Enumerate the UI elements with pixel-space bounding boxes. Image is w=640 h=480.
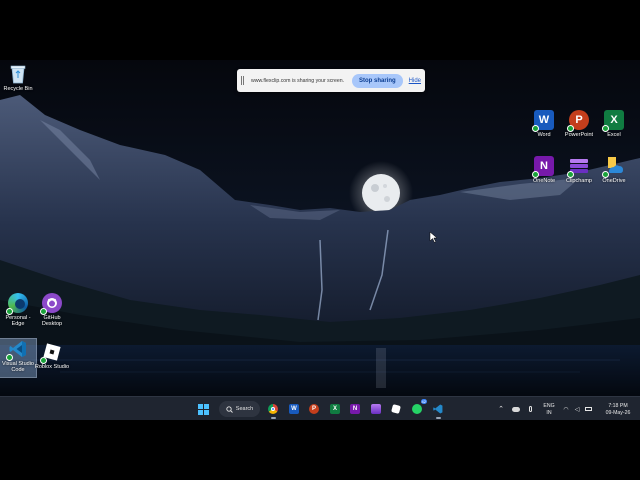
onedrive-icon (602, 156, 624, 178)
desktop-icon-excel[interactable]: X Excel (596, 110, 632, 138)
desktop-icon-label: OneDrive (602, 178, 626, 184)
whatsapp-icon (412, 404, 422, 414)
desktop-screen: www.flexclip.com is sharing your screen.… (0, 60, 640, 420)
powerpoint-icon: P (309, 404, 319, 414)
desktop-icon-label: Excel (607, 132, 621, 138)
start-button[interactable] (196, 401, 210, 417)
wifi-icon[interactable]: ◠ (561, 401, 571, 417)
powerpoint-icon: P (567, 110, 589, 132)
desktop-icon-label: Roblox Studio (34, 364, 70, 370)
recycle-bin-icon (8, 64, 28, 84)
whatsapp-badge: 42 (420, 399, 427, 404)
desktop-icon-label: Word (537, 132, 551, 138)
desktop-icon-label: Visual Studio Code (1, 361, 34, 374)
desktop-icon-onenote[interactable]: N OneNote (526, 156, 562, 184)
desktop-icon-personal-edge[interactable]: Personal - Edge (0, 293, 36, 328)
taskbar-whatsapp[interactable]: 42 (410, 399, 427, 417)
desktop-icon-label: Clipchamp (566, 178, 592, 184)
taskbar-chrome[interactable] (266, 401, 280, 419)
clock-time: 7:18 PM (608, 403, 628, 409)
cloud-icon[interactable] (510, 401, 522, 417)
hide-share-bar-link[interactable]: Hide (409, 78, 421, 84)
word-icon: W (532, 110, 554, 132)
desktop-icon-label: GitHub Desktop (41, 315, 63, 328)
vscode-icon (6, 339, 28, 361)
onenote-icon: N (350, 404, 360, 414)
desktop-icon-label: OneNote (532, 178, 555, 184)
desktop-icon-label: Recycle Bin (3, 86, 33, 92)
onenote-icon: N (532, 156, 554, 178)
taskbar-word[interactable]: W (287, 401, 301, 417)
desktop-icon-clipchamp[interactable]: Clipchamp (561, 156, 597, 184)
clock[interactable]: 7:18 PM 09-May-26 (598, 403, 638, 416)
search-label: Search (235, 406, 254, 412)
taskbar-roblox-studio[interactable] (389, 401, 403, 417)
language-indicator[interactable]: ENG IN (541, 403, 557, 416)
roblox-icon (391, 404, 401, 414)
desktop-icon-powerpoint[interactable]: P PowerPoint (561, 110, 597, 138)
search-icon (226, 405, 233, 413)
battery-icon[interactable] (583, 401, 593, 417)
taskbar-clipchamp[interactable] (369, 401, 383, 417)
microphone-icon[interactable] (525, 401, 535, 417)
taskbar-onenote[interactable]: N (348, 401, 362, 417)
clock-date: 09-May-26 (605, 409, 631, 416)
roblox-icon (40, 342, 62, 364)
desktop-icon-recycle-bin[interactable]: Recycle Bin (0, 64, 36, 92)
edge-icon (6, 293, 28, 315)
language-code: ENG (543, 403, 555, 409)
stop-sharing-button[interactable]: Stop sharing (351, 73, 403, 88)
volume-icon[interactable]: ◁ (572, 401, 582, 417)
taskbar-vscode[interactable] (431, 401, 445, 419)
github-icon (40, 293, 62, 315)
desktop-icon-github-desktop[interactable]: GitHub Desktop (34, 293, 70, 328)
region-code: IN (546, 409, 552, 416)
clipchamp-icon (567, 156, 589, 178)
taskbar-powerpoint[interactable]: P (307, 401, 321, 417)
taskbar-excel[interactable]: X (328, 401, 342, 417)
desktop-icon-label: Personal - Edge (5, 315, 31, 328)
desktop-icon-onedrive[interactable]: OneDrive (596, 156, 632, 184)
desktop-icon-roblox-studio[interactable]: Roblox Studio (34, 342, 70, 370)
chevron-up-icon[interactable]: ⌃ (496, 401, 506, 417)
excel-icon: X (602, 110, 624, 132)
taskbar-search[interactable]: Search (219, 401, 260, 417)
windows-logo-icon (197, 403, 209, 415)
clipchamp-icon (371, 404, 381, 414)
vscode-icon (433, 404, 443, 414)
desktop-icon-word[interactable]: W Word (526, 110, 562, 138)
drag-handle-icon[interactable] (241, 76, 247, 85)
desktop-icon-label: PowerPoint (564, 132, 594, 138)
excel-icon: X (330, 404, 340, 414)
desktop-icon-visual-studio-code[interactable]: Visual Studio Code (0, 338, 37, 378)
screen-share-bar: www.flexclip.com is sharing your screen.… (237, 69, 425, 92)
taskbar: Search W P X N 42 ⌃ ENG IN ◠ ◁ 7:18 PM 0… (0, 396, 640, 420)
chrome-icon (268, 404, 278, 414)
share-message: www.flexclip.com is sharing your screen. (251, 77, 345, 84)
word-icon: W (289, 404, 299, 414)
